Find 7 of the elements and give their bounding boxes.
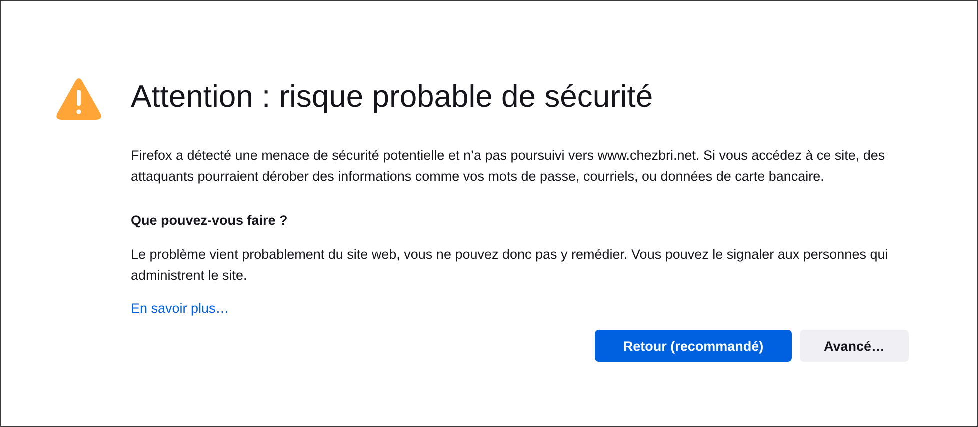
advanced-button[interactable]: Avancé… <box>800 330 909 362</box>
learn-more-link[interactable]: En savoir plus… <box>131 301 230 316</box>
section-heading: Que pouvez-vous faire ? <box>131 213 289 228</box>
page-title: Attention : risque probable de sécurité <box>131 78 654 116</box>
back-button[interactable]: Retour (recommandé) <box>595 330 792 362</box>
warning-description: Firefox a détecté une menace de sécurité potentielle et n’a pas poursuivi vers www.chezbri.net. Si vous accédez à ce site, des attaquants pourraient dérober des informations comme vos mots de passe, courriels, ou données de carte bancaire. <box>131 147 886 186</box>
advice-text: Le problème vient probablement du site web, vous ne pouvez donc pas y remédier. Vous pouvez le signaler aux personnes qui administrent le site. <box>131 246 890 285</box>
